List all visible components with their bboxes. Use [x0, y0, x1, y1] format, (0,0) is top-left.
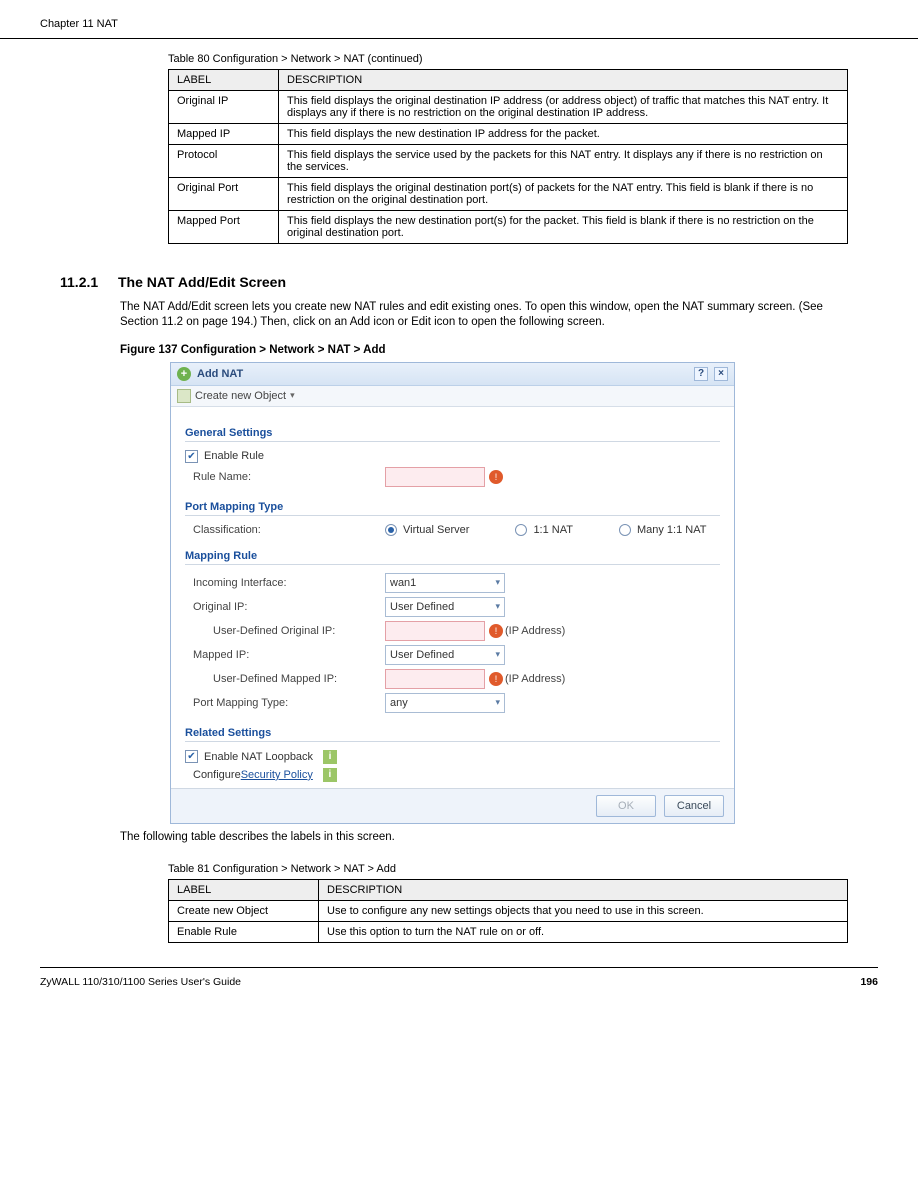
table-row: Original PortThis field displays the ori…: [169, 178, 848, 211]
original-ip-select[interactable]: User Defined▾: [385, 597, 505, 617]
table2: LABEL DESCRIPTION Create new ObjectUse t…: [168, 879, 848, 943]
required-icon: !: [489, 624, 503, 638]
required-icon: !: [489, 672, 503, 686]
user-defined-mapped-ip-input[interactable]: [385, 669, 485, 689]
dialog-toolbar: Create new Object ▾: [171, 386, 734, 407]
table-row: Create new ObjectUse to configure any ne…: [169, 900, 848, 921]
section-general-settings: General Settings: [185, 421, 720, 442]
ip-hint: (IP Address): [505, 625, 565, 637]
cancel-button[interactable]: Cancel: [664, 795, 724, 817]
th-desc: DESCRIPTION: [319, 879, 848, 900]
table-row: Mapped IPThis field displays the new des…: [169, 124, 848, 145]
enable-rule-checkbox[interactable]: ✔: [185, 450, 198, 463]
footer-page: 196: [860, 976, 878, 988]
rule-name-input[interactable]: [385, 467, 485, 487]
table-row: ProtocolThis field displays the service …: [169, 145, 848, 178]
table-row: Enable RuleUse this option to turn the N…: [169, 921, 848, 942]
radio-many-1-1-nat-label: Many 1:1 NAT: [637, 524, 707, 536]
ip-hint: (IP Address): [505, 673, 565, 685]
classification-label: Classification:: [185, 524, 385, 536]
figure-caption: Figure 137 Configuration > Network > NAT…: [120, 344, 858, 356]
ok-button[interactable]: OK: [596, 795, 656, 817]
original-ip-label: Original IP:: [185, 601, 385, 613]
table2-caption: Table 81 Configuration > Network > NAT >…: [168, 863, 858, 875]
section-port-mapping-type: Port Mapping Type: [185, 495, 720, 516]
add-nat-dialog: + Add NAT ? × Create new Object ▾ Genera…: [170, 362, 735, 824]
section-related-settings: Related Settings: [185, 721, 720, 742]
enable-nat-loopback-label: Enable NAT Loopback: [204, 751, 313, 763]
table-row: Mapped PortThis field displays the new d…: [169, 211, 848, 244]
enable-nat-loopback-checkbox[interactable]: ✔: [185, 750, 198, 763]
help-icon[interactable]: ?: [694, 367, 708, 381]
user-defined-mapped-ip-label: User-Defined Mapped IP:: [185, 673, 385, 685]
info-icon: i: [323, 750, 337, 764]
th-label: LABEL: [169, 879, 319, 900]
rule-name-label: Rule Name:: [185, 471, 385, 483]
radio-virtual-server-label: Virtual Server: [403, 524, 469, 536]
plus-icon: +: [177, 367, 191, 381]
required-icon: !: [489, 470, 503, 484]
close-icon[interactable]: ×: [714, 367, 728, 381]
section-body: The NAT Add/Edit screen lets you create …: [120, 300, 858, 330]
table1-caption: Table 80 Configuration > Network > NAT (…: [168, 53, 858, 65]
chevron-down-icon: ▾: [495, 697, 500, 708]
enable-rule-label: Enable Rule: [204, 450, 264, 462]
table-row: Original IPThis field displays the origi…: [169, 91, 848, 124]
info-icon: i: [323, 768, 337, 782]
header-left: Chapter 11 NAT: [40, 18, 118, 30]
dialog-title-bar: + Add NAT ? ×: [171, 363, 734, 386]
port-mapping-type-select[interactable]: any▾: [385, 693, 505, 713]
radio-many-1-1-nat[interactable]: [619, 524, 631, 536]
radio-1-1-nat[interactable]: [515, 524, 527, 536]
port-mapping-type-label: Port Mapping Type:: [185, 697, 385, 709]
table1: LABEL DESCRIPTION Original IPThis field …: [168, 69, 848, 244]
user-defined-original-ip-input[interactable]: [385, 621, 485, 641]
table2-intro: The following table describes the labels…: [120, 830, 858, 845]
object-icon: [177, 389, 191, 403]
radio-virtual-server[interactable]: [385, 524, 397, 536]
configure-label: Configure: [185, 769, 241, 781]
chevron-down-icon: ▾: [495, 649, 500, 660]
chevron-down-icon: ▾: [495, 577, 500, 588]
section-heading: 11.2.1The NAT Add/Edit Screen: [60, 274, 858, 290]
chevron-down-icon: ▾: [495, 601, 500, 612]
footer-left: ZyWALL 110/310/1100 Series User's Guide: [40, 976, 241, 988]
security-policy-link[interactable]: Security Policy: [241, 769, 313, 781]
create-object-dropdown[interactable]: Create new Object: [195, 390, 286, 402]
mapped-ip-label: Mapped IP:: [185, 649, 385, 661]
incoming-interface-label: Incoming Interface:: [185, 577, 385, 589]
radio-1-1-nat-label: 1:1 NAT: [533, 524, 573, 536]
th-label: LABEL: [169, 70, 279, 91]
user-defined-original-ip-label: User-Defined Original IP:: [185, 625, 385, 637]
dialog-title: Add NAT: [197, 368, 243, 380]
incoming-interface-select[interactable]: wan1▾: [385, 573, 505, 593]
th-desc: DESCRIPTION: [279, 70, 848, 91]
section-mapping-rule: Mapping Rule: [185, 544, 720, 565]
dialog-footer: OK Cancel: [171, 788, 734, 823]
chevron-down-icon: ▾: [290, 390, 295, 401]
mapped-ip-select[interactable]: User Defined▾: [385, 645, 505, 665]
